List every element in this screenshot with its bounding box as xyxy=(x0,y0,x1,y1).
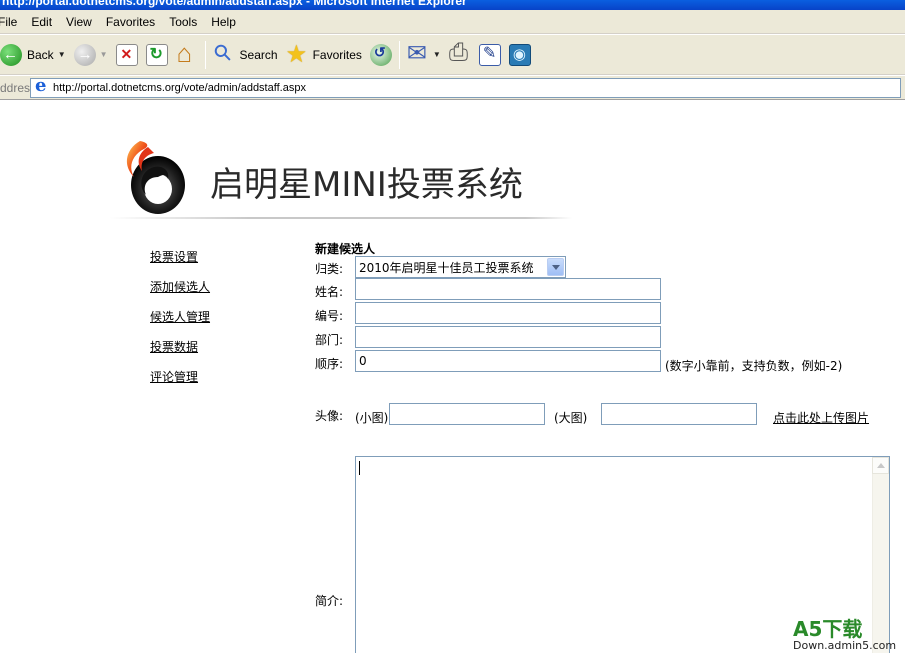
ie-page-icon xyxy=(33,75,49,96)
address-bar: Address http://portal.dotnetcms.org/vote… xyxy=(0,75,905,100)
category-label: 归类: xyxy=(315,262,344,276)
nav-vote-settings[interactable]: 投票设置 xyxy=(150,248,210,278)
name-field[interactable] xyxy=(355,278,661,300)
window-title: http://portal.dotnetcms.org/vote/admin/a… xyxy=(2,0,467,8)
category-select[interactable]: 2010年启明星十佳员工投票系统 xyxy=(355,256,566,278)
watermark-logo: A5下载 xyxy=(793,617,863,641)
toolbar: Back ▼ ▼ Search Favorites ▼ xyxy=(0,35,905,75)
address-label: Address xyxy=(0,80,37,95)
refresh-button[interactable] xyxy=(142,39,172,71)
address-url: http://portal.dotnetcms.org/vote/admin/a… xyxy=(53,81,306,94)
messenger-icon xyxy=(508,43,531,66)
print-button[interactable] xyxy=(445,39,475,71)
nav-candidate-management[interactable]: 候选人管理 xyxy=(150,308,210,338)
menu-favorites[interactable]: Favorites xyxy=(99,10,162,34)
stop-button[interactable] xyxy=(112,39,142,71)
search-button[interactable]: Search xyxy=(209,39,282,71)
home-button[interactable] xyxy=(172,38,202,71)
site-logo: 启明星MINI投票系统 xyxy=(110,137,572,223)
nav-add-candidate[interactable]: 添加候选人 xyxy=(150,278,210,308)
refresh-icon xyxy=(145,43,168,66)
address-input[interactable]: http://portal.dotnetcms.org/vote/admin/a… xyxy=(30,75,901,98)
back-dropdown-icon[interactable]: ▼ xyxy=(58,50,66,59)
menu-edit[interactable]: Edit xyxy=(24,10,59,34)
page-content: 启明星MINI投票系统 投票设置 添加候选人 候选人管理 投票数据 评论管理 新… xyxy=(0,101,905,653)
number-label: 编号: xyxy=(315,309,344,323)
avatar-label: 头像: xyxy=(315,409,344,423)
favorites-star-icon xyxy=(286,40,308,69)
forward-arrow-icon xyxy=(73,43,96,66)
messenger-button[interactable] xyxy=(505,39,535,71)
mail-icon xyxy=(407,39,429,68)
small-image-field[interactable] xyxy=(389,403,545,425)
favorites-label: Favorites xyxy=(312,47,362,62)
stop-icon xyxy=(115,43,138,66)
menu-file[interactable]: File xyxy=(0,10,24,34)
order-hint: (数字小靠前，支持负数，例如-2) xyxy=(665,359,843,373)
edit-button[interactable] xyxy=(475,39,505,71)
history-button[interactable] xyxy=(366,39,396,71)
window-title-bar: http://portal.dotnetcms.org/vote/admin/a… xyxy=(0,0,905,10)
department-label: 部门: xyxy=(315,333,344,347)
intro-label: 简介: xyxy=(315,594,344,608)
order-field[interactable]: 0 xyxy=(355,350,661,372)
search-label: Search xyxy=(239,47,278,62)
history-icon xyxy=(369,43,392,66)
order-label: 顺序: xyxy=(315,357,344,371)
logo-underline xyxy=(110,217,572,219)
home-icon xyxy=(176,38,198,69)
toolbar-separator xyxy=(398,40,400,69)
back-label: Back xyxy=(27,47,54,62)
logo-swirl-icon xyxy=(126,141,185,214)
logo-title: 启明星MINI投票系统 xyxy=(210,165,523,205)
name-label: 姓名: xyxy=(315,285,344,299)
large-image-label: (大图) xyxy=(554,411,588,425)
mail-button[interactable]: ▼ xyxy=(403,39,445,71)
search-icon xyxy=(213,44,235,66)
menu-help[interactable]: Help xyxy=(204,10,243,34)
back-button[interactable]: Back ▼ xyxy=(0,39,70,71)
category-selected-value: 2010年启明星十佳员工投票系统 xyxy=(359,260,534,275)
nav-comment-management[interactable]: 评论管理 xyxy=(150,368,210,398)
department-field[interactable] xyxy=(355,326,661,348)
large-image-field[interactable] xyxy=(601,403,757,425)
watermark-url: Down.admin5.com xyxy=(793,639,897,652)
back-arrow-icon xyxy=(0,43,22,66)
printer-icon xyxy=(449,39,471,67)
menu-view[interactable]: View xyxy=(59,10,99,34)
forward-button[interactable]: ▼ xyxy=(70,39,112,71)
form-title: 新建候选人 xyxy=(315,242,376,256)
menu-tools[interactable]: Tools xyxy=(162,10,204,34)
watermark: A5下载 Down.admin5.com xyxy=(793,618,903,653)
left-nav: 投票设置 添加候选人 候选人管理 投票数据 评论管理 xyxy=(150,248,210,398)
small-image-label: (小图) xyxy=(355,411,389,425)
mail-dropdown-icon[interactable]: ▼ xyxy=(433,50,441,59)
scroll-up-arrow-icon[interactable] xyxy=(872,457,889,474)
edit-page-icon xyxy=(478,43,501,66)
chevron-down-icon[interactable] xyxy=(547,258,564,276)
number-field[interactable] xyxy=(355,302,661,324)
menu-bar: File Edit View Favorites Tools Help xyxy=(0,10,905,34)
text-caret xyxy=(359,461,360,475)
favorites-button[interactable]: Favorites xyxy=(282,39,366,71)
upload-image-link[interactable]: 点击此处上传图片 xyxy=(773,409,869,426)
forward-dropdown-icon[interactable]: ▼ xyxy=(100,50,108,59)
nav-vote-data[interactable]: 投票数据 xyxy=(150,338,210,368)
toolbar-separator xyxy=(204,40,206,69)
